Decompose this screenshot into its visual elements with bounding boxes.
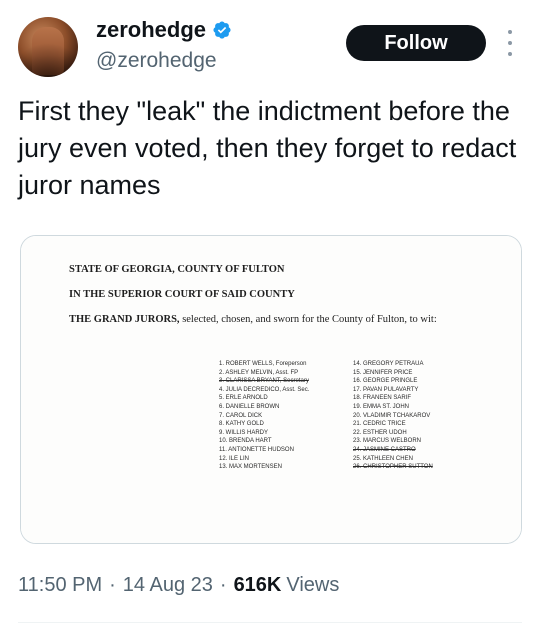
- juror-name: 12. ILE LIN: [219, 455, 250, 462]
- tweet-header: zerohedge @zerohedge Follow: [0, 0, 540, 90]
- juror-list-left: 1. ROBERT WELLS, Foreperson 2. ASHLEY MEL…: [219, 360, 309, 472]
- juror-name: 21. CEDRIC TRICE: [353, 421, 406, 428]
- juror-name: 2. ASHLEY MELVIN, Asst. FP: [219, 369, 299, 376]
- juror-name: 18. FRANEEN SARIF: [353, 395, 412, 402]
- juror-name: 23. MARCUS WELBORN: [353, 438, 422, 445]
- tweet-date[interactable]: 14 Aug 23: [123, 574, 213, 597]
- juror-name: 25. KATHLEEN CHEN: [353, 455, 413, 462]
- meta-separator: ·: [109, 574, 116, 596]
- juror-name: 24. JASMINE CASTRO: [353, 446, 416, 453]
- juror-name: 10. BRENDA HART: [219, 438, 272, 445]
- juror-name: 6. DANIELLE BROWN: [219, 403, 280, 410]
- juror-name: 19. EMMA ST. JOHN: [353, 403, 410, 410]
- juror-name: 16. GEORGE PRINGLE: [353, 378, 418, 385]
- tweet-meta: 11:50 PM · 14 Aug 23 · 616K Views: [18, 574, 339, 597]
- juror-name: 8. KATHY GOLD: [219, 421, 264, 428]
- juror-list-right: 14. GREGORY PETRAUA 15. JENNIFER PRICE 16.…: [353, 360, 433, 472]
- views-count: 616K: [233, 574, 282, 596]
- juror-name: 14. GREGORY PETRAUA: [353, 361, 424, 367]
- juror-name: 11. ANTIONETTE HUDSON: [219, 446, 294, 453]
- doc-heading-state: STATE OF GEORGIA, COUNTY OF FULTON: [69, 264, 285, 275]
- juror-name: 3. CLARISSA BRYANT, Secretary: [219, 378, 309, 385]
- meta-separator: ·: [219, 574, 227, 596]
- juror-name: 7. CAROL DICK: [219, 412, 263, 419]
- views-label: Views: [286, 574, 340, 596]
- tweet-media-image[interactable]: STATE OF GEORGIA, COUNTY OF FULTON IN TH…: [20, 235, 522, 544]
- avatar[interactable]: [18, 17, 78, 77]
- follow-button[interactable]: Follow: [346, 25, 486, 61]
- tweet-text: First they "leak" the indictment before …: [18, 96, 517, 200]
- juror-name: 20. VLADIMIR TCHAKAROV: [353, 412, 431, 419]
- juror-name: 13. MAX MORTENSEN: [219, 464, 282, 471]
- more-options-icon[interactable]: [505, 30, 515, 56]
- divider: [18, 622, 522, 623]
- author-name-row: zerohedge: [96, 17, 232, 43]
- juror-name: 5. ERLE ARNOLD: [219, 395, 268, 402]
- juror-name: 9. WILLIS HARDY: [219, 429, 269, 436]
- verified-badge-icon: [213, 21, 231, 39]
- tweet-time[interactable]: 11:50 PM: [18, 574, 102, 597]
- juror-name: 26. CHRISTOPHER SUTTON: [353, 464, 433, 471]
- juror-name: 4. JULIA DECREDICO, Asst. Sec.: [219, 386, 310, 393]
- juror-name: 22. ESTHER UDOH: [353, 429, 407, 436]
- doc-heading-court: IN THE SUPERIOR COURT OF SAID COUNTY: [69, 289, 295, 300]
- author-display-name[interactable]: zerohedge: [96, 17, 206, 43]
- juror-name: 1. ROBERT WELLS, Foreperson: [219, 361, 307, 367]
- juror-name: 15. JENNIFER PRICE: [353, 369, 413, 376]
- juror-name: 17. PAVAN PULAVARTY: [353, 386, 419, 393]
- doc-grand-jurors-line: THE GRAND JURORS, selected, chosen, and …: [69, 314, 437, 325]
- indictment-document: STATE OF GEORGIA, COUNTY OF FULTON IN TH…: [21, 236, 521, 543]
- author-handle[interactable]: @zerohedge: [96, 48, 217, 74]
